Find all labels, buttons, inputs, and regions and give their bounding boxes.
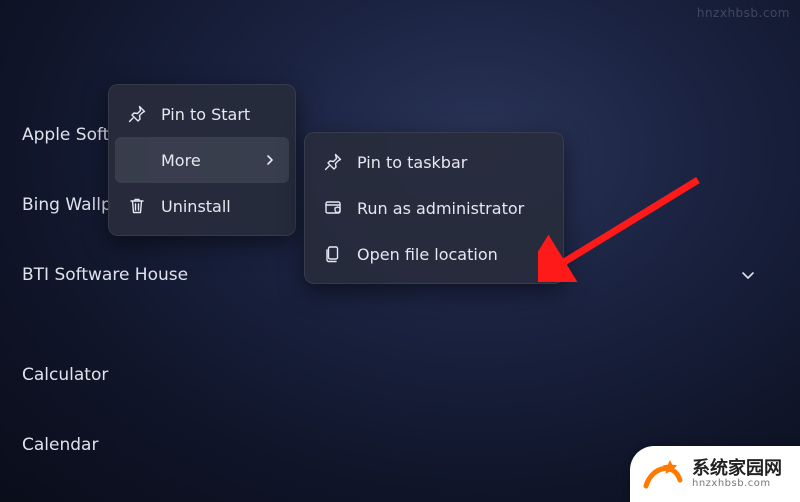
menu-label: Pin to Start <box>161 105 277 124</box>
shield-admin-icon <box>323 198 343 218</box>
chevron-right-icon <box>263 153 277 167</box>
app-label: Calculator <box>22 365 108 385</box>
watermark-url: hnzxhbsb.com <box>697 6 790 20</box>
pin-icon <box>323 152 343 172</box>
app-item-calculator[interactable]: Calculator <box>22 340 762 410</box>
menu-item-pin-to-taskbar[interactable]: Pin to taskbar <box>311 139 557 185</box>
menu-label: Run as administrator <box>357 199 545 218</box>
pin-icon <box>127 104 147 124</box>
menu-item-pin-to-start[interactable]: Pin to Start <box>115 91 289 137</box>
menu-item-open-file-location[interactable]: Open file location <box>311 231 557 277</box>
menu-item-uninstall[interactable]: Uninstall <box>115 183 289 229</box>
context-menu-primary: Pin to Start More Uninstall <box>108 84 296 236</box>
app-label: Calendar <box>22 435 98 455</box>
app-label: Bing Wallp <box>22 195 112 215</box>
menu-label: Open file location <box>357 245 545 264</box>
file-location-icon <box>323 244 343 264</box>
context-menu-more-submenu: Pin to taskbar Run as administrator Open… <box>304 132 564 284</box>
app-label: BTI Software House <box>22 265 188 285</box>
app-label: Apple Soft <box>22 125 109 145</box>
chevron-down-icon <box>740 267 756 283</box>
logo-title: 系统家园网 <box>692 459 782 479</box>
logo-text: 系统家园网 hnzxhbsb.com <box>692 459 782 490</box>
logo-subtitle: hnzxhbsb.com <box>692 478 782 489</box>
logo-badge: 系统家园网 hnzxhbsb.com <box>630 446 800 502</box>
menu-item-run-as-admin[interactable]: Run as administrator <box>311 185 557 231</box>
menu-item-more[interactable]: More <box>115 137 289 183</box>
menu-label: Pin to taskbar <box>357 153 545 172</box>
spacer <box>22 310 762 340</box>
trash-icon <box>127 196 147 216</box>
blank-icon <box>127 150 147 170</box>
menu-label: Uninstall <box>161 197 277 216</box>
menu-label: More <box>161 151 249 170</box>
star-swoosh-icon <box>640 452 684 496</box>
